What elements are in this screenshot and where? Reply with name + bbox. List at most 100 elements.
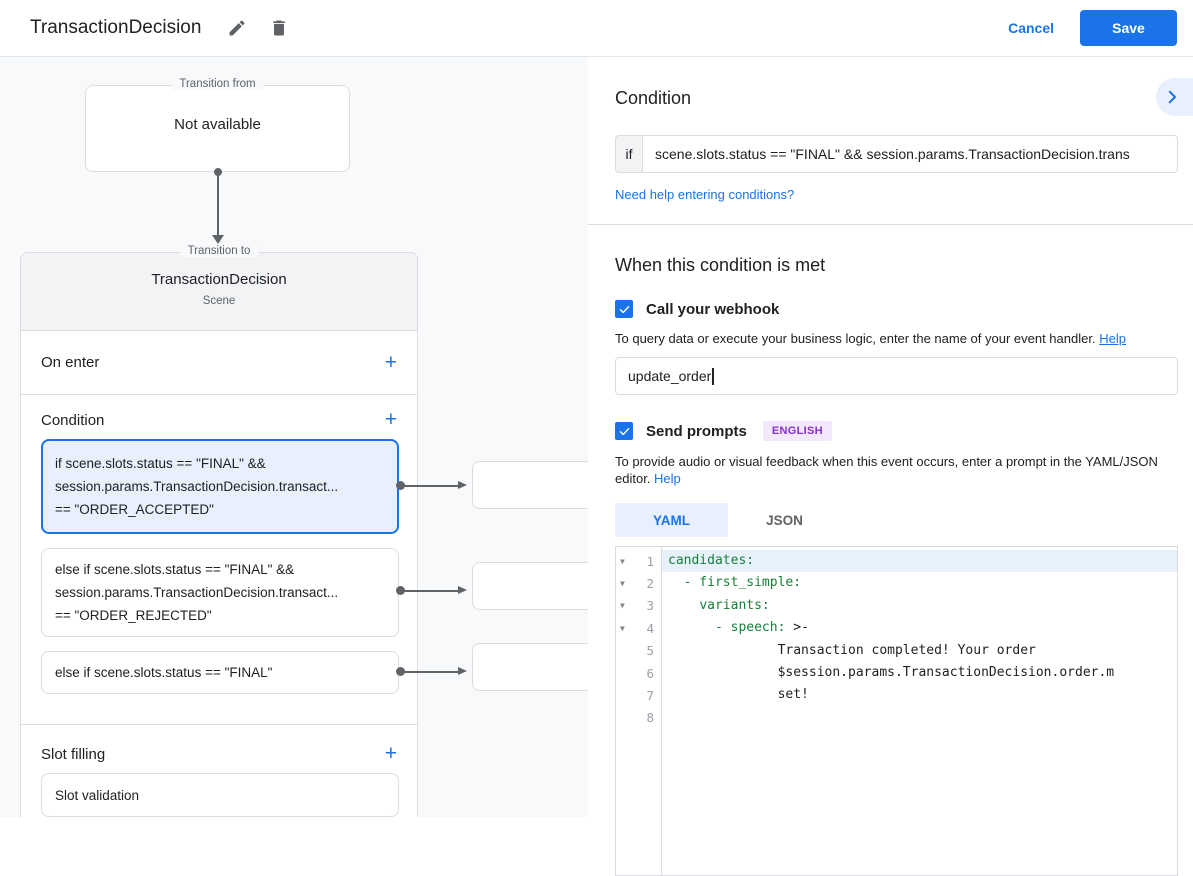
slot-filling-section: Slot filling + Slot validation (21, 725, 417, 817)
event-handler-value: update_order (628, 368, 711, 384)
code-text: set! (668, 687, 809, 702)
code-text: >- (785, 620, 808, 635)
line-number: 8 (633, 710, 661, 725)
transition-target-box[interactable] (472, 643, 588, 691)
gutter-row: 8 (616, 707, 661, 729)
condition-connector-arrow (396, 586, 472, 595)
gutter-row: ▼1 (616, 550, 661, 572)
webhook-help-link[interactable]: Help (1099, 331, 1126, 346)
flow-canvas: Transition from Not available Transition… (0, 57, 588, 817)
condition-item[interactable]: else if scene.slots.status == "FINAL" (41, 651, 399, 694)
line-number: 7 (633, 688, 661, 703)
arrowhead-icon (212, 235, 224, 244)
scene-card-header[interactable]: TransactionDecision Scene (21, 253, 417, 331)
arrowhead-icon (458, 667, 467, 675)
transition-from-legend: Transition from (171, 78, 263, 90)
send-prompts-row: Send prompts ENGLISH (615, 421, 1178, 441)
condition-help-link[interactable]: Need help entering conditions? (615, 187, 794, 202)
gutter-row: 5 (616, 640, 661, 662)
code-line: - speech: >- (662, 617, 1177, 639)
transition-target-box[interactable] (472, 461, 588, 509)
add-condition-button[interactable]: + (385, 410, 397, 430)
scene-card: Transition to TransactionDecision Scene … (20, 252, 418, 817)
code-line: variants: (662, 595, 1177, 617)
text-cursor (712, 368, 714, 385)
line-number: 4 (633, 621, 661, 636)
line-number: 3 (633, 598, 661, 613)
prompts-help-link[interactable]: Help (654, 471, 681, 486)
slot-filling-section-head: Slot filling + (21, 729, 417, 773)
gutter-row: ▼2 (616, 572, 661, 594)
condition-section-head: Condition + (21, 395, 417, 439)
slot-validation-item[interactable]: Slot validation (41, 773, 399, 817)
cancel-button[interactable]: Cancel (1008, 20, 1054, 36)
save-button[interactable]: Save (1080, 10, 1177, 46)
send-prompts-checkbox[interactable] (615, 422, 633, 440)
gutter-row: ▼3 (616, 595, 661, 617)
send-prompts-label: Send prompts (646, 423, 747, 440)
webhook-label: Call your webhook (646, 301, 779, 318)
delete-icon[interactable] (269, 18, 289, 38)
transition-to-legend: Transition to (180, 245, 259, 257)
condition-item[interactable]: if scene.slots.status == "FINAL" && sess… (41, 439, 399, 534)
checkmark-icon (618, 303, 631, 316)
fold-arrow-icon[interactable]: ▼ (616, 557, 633, 566)
code-line: set! (662, 684, 1177, 706)
code-line: Transaction completed! Your order (662, 640, 1177, 662)
slot-filling-label: Slot filling (41, 746, 385, 763)
line-number: 6 (633, 666, 661, 681)
transition-target-box[interactable] (472, 562, 588, 610)
add-slot-button[interactable]: + (385, 744, 397, 764)
code-line: candidates: (662, 550, 1177, 572)
editor-code-area[interactable]: candidates: - first_simple: variants: - … (662, 547, 1177, 875)
scene-subtitle: Scene (31, 295, 407, 307)
flow-arrow-down (211, 168, 225, 244)
panel-heading: Condition (615, 88, 1178, 109)
code-text (668, 575, 684, 590)
transition-from-value: Not available (86, 116, 349, 133)
yaml-key: candidates: (668, 553, 754, 568)
gutter-row: 7 (616, 684, 661, 706)
collapse-panel-button[interactable] (1156, 78, 1193, 116)
event-handler-input[interactable]: update_order (615, 357, 1178, 395)
prompts-description: To provide audio or visual feedback when… (615, 453, 1160, 487)
fold-arrow-icon[interactable]: ▼ (616, 601, 633, 610)
line-number: 1 (633, 554, 661, 569)
on-enter-row[interactable]: On enter + (21, 331, 417, 395)
code-text: $session.params.TransactionDecision.orde… (668, 665, 1114, 680)
connector-line (404, 590, 460, 592)
fold-arrow-icon[interactable]: ▼ (616, 624, 633, 633)
yaml-key: - speech: (715, 620, 785, 635)
code-line: - first_simple: (662, 572, 1177, 594)
checkmark-icon (618, 425, 631, 438)
yaml-editor[interactable]: ▼1 ▼2 ▼3 ▼4 5 6 7 8 candidates: - first_… (615, 546, 1178, 876)
webhook-description: To query data or execute your business l… (615, 330, 1160, 347)
condition-detail-panel: Condition if scene.slots.status == "FINA… (588, 57, 1193, 817)
edit-icon[interactable] (227, 18, 247, 38)
language-badge: ENGLISH (763, 421, 832, 441)
add-on-enter-button[interactable]: + (385, 353, 397, 373)
code-line (662, 707, 1177, 729)
code-text: Transaction completed! Your order (668, 643, 1036, 658)
tab-yaml[interactable]: YAML (615, 503, 728, 537)
gutter-row: ▼4 (616, 617, 661, 639)
condition-section-label: Condition (41, 412, 385, 429)
fold-arrow-icon[interactable]: ▼ (616, 579, 633, 588)
condition-item[interactable]: else if scene.slots.status == "FINAL" &&… (41, 548, 399, 637)
yaml-key: - first_simple: (684, 575, 801, 590)
scene-title: TransactionDecision (31, 271, 407, 288)
section-divider (588, 224, 1193, 225)
condition-expression-input[interactable]: scene.slots.status == "FINAL" && session… (642, 135, 1178, 173)
arrowhead-icon (458, 481, 467, 489)
tab-json[interactable]: JSON (728, 503, 841, 537)
webhook-checkbox[interactable] (615, 300, 633, 318)
chevron-right-icon (1163, 88, 1181, 106)
editor-tabs: YAML JSON (615, 503, 1178, 537)
condition-connector-arrow (396, 481, 472, 490)
arrowhead-icon (458, 586, 467, 594)
line-number: 2 (633, 576, 661, 591)
webhook-description-text: To query data or execute your business l… (615, 331, 1096, 346)
if-prefix: if (615, 135, 642, 173)
yaml-key: variants: (699, 598, 769, 613)
line-number: 5 (633, 643, 661, 658)
